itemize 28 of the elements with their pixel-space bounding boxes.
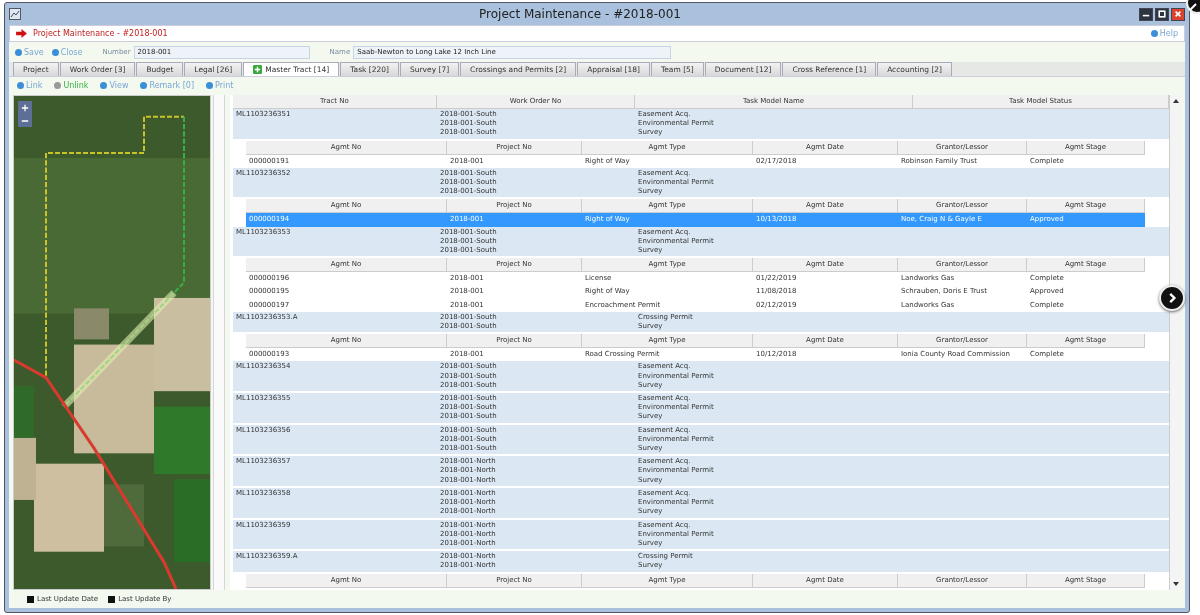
close-button[interactable] — [1171, 7, 1185, 21]
legend-swatch — [27, 595, 34, 603]
scrollbar[interactable] — [1169, 95, 1181, 590]
chevron-right-icon — [1166, 292, 1178, 304]
app-icon — [9, 8, 21, 20]
maximize-button[interactable] — [1155, 7, 1169, 21]
scroll-up-icon[interactable] — [1171, 97, 1180, 105]
page-title: Project Maintenance - #2018-001 — [33, 29, 168, 38]
info-icon — [140, 81, 148, 89]
info-icon — [1150, 30, 1158, 37]
legend-swatch — [108, 595, 116, 603]
plus-icon — [253, 65, 263, 74]
maximize-icon — [1158, 10, 1166, 18]
info-icon — [17, 81, 24, 89]
window-title: Project Maintenance - #2018-001 — [478, 7, 682, 21]
arrow-icon — [16, 29, 27, 38]
info-icon — [54, 81, 62, 89]
minimize-button[interactable] — [1139, 7, 1153, 21]
plus-icon — [21, 103, 29, 112]
scroll-down-icon[interactable] — [1171, 580, 1180, 588]
next-button[interactable] — [1159, 285, 1185, 311]
info-icon — [100, 81, 108, 89]
info-icon — [15, 48, 22, 56]
info-icon — [206, 81, 214, 89]
info-icon — [51, 48, 59, 56]
zoom-out-button[interactable] — [18, 114, 32, 127]
close-icon — [1174, 10, 1182, 18]
zoom-in-button[interactable] — [18, 101, 32, 114]
